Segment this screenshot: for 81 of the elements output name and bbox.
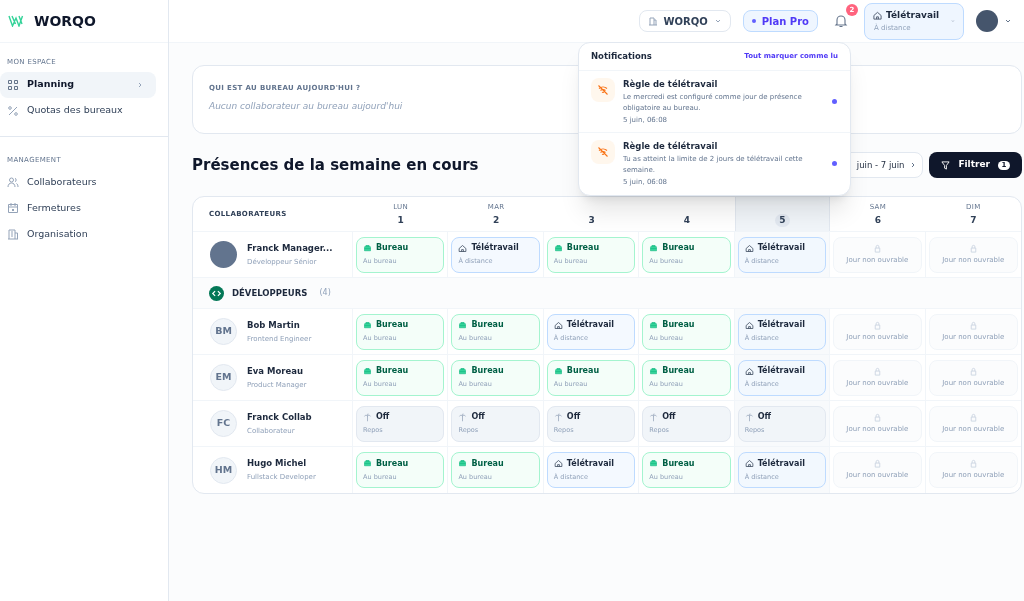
office-bag-icon	[649, 243, 659, 253]
member-name: Franck Collab	[247, 410, 312, 424]
lock-icon	[872, 366, 882, 376]
chevron-down-icon	[1004, 17, 1012, 25]
day-number: 4	[683, 213, 691, 227]
avatar-initials: EM	[210, 364, 237, 391]
day-number: 6	[874, 213, 881, 227]
lock-icon	[968, 243, 978, 253]
plan-badge: Plan Pro	[742, 10, 818, 32]
bell-icon	[834, 14, 848, 28]
building-icon	[7, 228, 19, 240]
office-bag-icon	[363, 320, 372, 330]
lock-icon	[872, 412, 882, 422]
chevron-right-icon	[136, 80, 144, 89]
user-menu-button[interactable]	[976, 10, 1012, 32]
notification-title: Règle de télétravail	[623, 78, 719, 91]
lock-icon	[872, 459, 882, 469]
building-icon	[647, 16, 658, 26]
empty-message: Aucun collaborateur au bureau aujourd'hui	[209, 99, 403, 113]
office-bag-icon	[363, 243, 372, 253]
percent-icon	[7, 104, 19, 117]
office-bag-icon	[363, 366, 372, 376]
crossed-wifi-icon	[597, 146, 609, 159]
sidebar-item[interactable]: Planning	[0, 71, 156, 98]
filter-icon	[941, 160, 951, 170]
avatar-photo-placeholder	[210, 241, 237, 268]
day-number: 2	[493, 213, 500, 227]
grid-icon	[7, 78, 19, 91]
lock-icon	[872, 320, 882, 330]
house-icon	[744, 320, 754, 330]
member-name: Franck Manager...	[247, 241, 333, 255]
avatar-initials: HM	[210, 456, 237, 484]
day-number: 5	[775, 213, 790, 227]
lock-icon	[968, 459, 978, 469]
sidebar-item[interactable]: Organisation	[0, 221, 156, 247]
house-icon	[458, 243, 468, 253]
crossed-wifi-icon	[597, 84, 609, 96]
office-bag-icon	[649, 459, 659, 469]
house-icon	[553, 320, 563, 330]
office-bag-icon	[649, 366, 659, 376]
office-bag-icon	[649, 320, 659, 330]
house-icon	[744, 459, 754, 469]
calendar-icon	[7, 202, 19, 214]
sidebar-item[interactable]: Fermetures	[0, 195, 156, 221]
chevron-down-icon	[713, 17, 722, 25]
group-name: DÉVELOPPEURS	[232, 286, 308, 300]
group-count: (4)	[319, 287, 331, 299]
day-number: 7	[970, 213, 977, 227]
avatar-initials: BM	[210, 318, 237, 345]
panel-title: Notifications	[591, 50, 652, 63]
sidebar-item[interactable]: Quotas des bureaux	[0, 97, 156, 124]
avatar-photo-placeholder	[976, 10, 998, 32]
office-bag-icon	[553, 366, 563, 376]
lock-icon	[968, 366, 978, 376]
section-title: Présences de la semaine en cours	[192, 154, 479, 176]
member-name: Bob Martin	[247, 318, 301, 332]
office-bag-icon	[458, 459, 468, 469]
users-icon	[7, 176, 19, 188]
organization-selector[interactable]: WORQO	[638, 10, 731, 32]
office-bag-icon	[553, 243, 563, 253]
lock-icon	[872, 243, 882, 253]
code-icon	[209, 285, 224, 301]
brand-name: WORQO	[34, 11, 96, 31]
logo-icon	[8, 15, 26, 27]
office-bag-icon	[458, 320, 468, 330]
house-icon	[873, 11, 882, 21]
lock-icon	[968, 320, 978, 330]
member-name: Hugo Michel	[247, 457, 308, 471]
house-icon	[553, 459, 563, 469]
lock-icon	[968, 412, 978, 422]
house-icon	[744, 366, 754, 376]
member-name: Eva Moreau	[247, 364, 305, 378]
house-icon	[744, 243, 754, 253]
day-number: 1	[397, 213, 404, 227]
notification-title: Règle de télétravail	[623, 140, 719, 153]
avatar-initials: FC	[210, 410, 237, 437]
sidebar-item[interactable]: Collaborateurs	[0, 169, 156, 195]
office-bag-icon	[363, 459, 372, 469]
office-bag-icon	[458, 366, 468, 376]
day-number: 3	[588, 213, 595, 227]
date-range: juin - 7 juin	[856, 158, 905, 172]
